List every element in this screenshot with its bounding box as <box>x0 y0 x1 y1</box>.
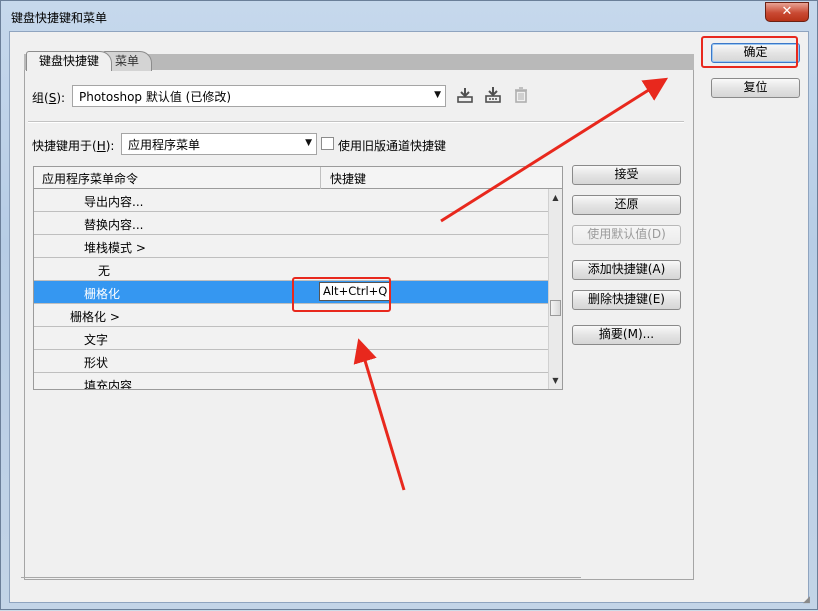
arrow-to-ok-button <box>440 77 669 223</box>
dialog-window: 键盘快捷键和菜单 ✕ 键盘快捷键 菜单 组(S): Photoshop 默认值 … <box>0 0 818 610</box>
arrow-to-shortcut <box>353 338 406 491</box>
annotation-arrows <box>353 77 669 491</box>
tab-keyboard-shortcuts[interactable]: 键盘快捷键 <box>26 51 113 71</box>
